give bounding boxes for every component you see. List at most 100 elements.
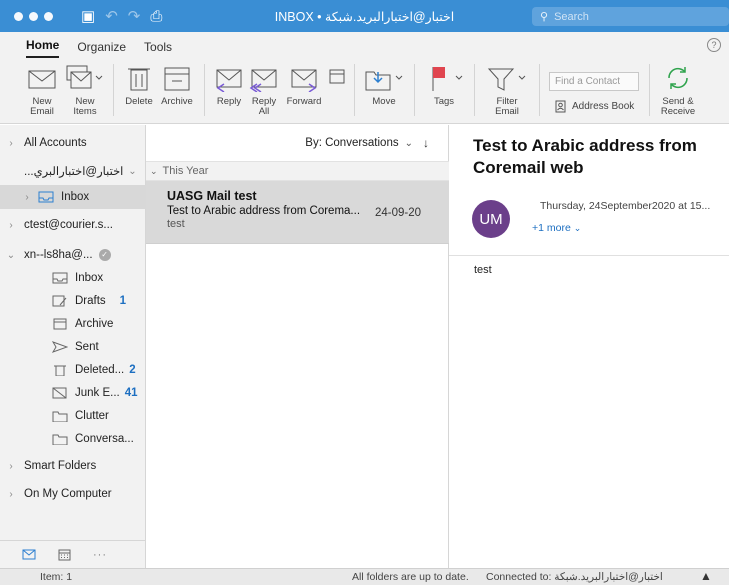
ribbon-tabs: Home Organize Tools ? xyxy=(0,32,729,58)
chevron-down-icon: ⌄ xyxy=(573,223,582,233)
sidebar-item-inbox[interactable]: Inbox xyxy=(0,266,146,290)
search-input[interactable]: ⚲ Search xyxy=(532,7,729,26)
redo-icon[interactable]: ↷ xyxy=(128,9,141,24)
trash-icon xyxy=(54,365,66,376)
connection-status: Connected to: اختبار@اختبارالبريد.شبكة xyxy=(486,571,663,583)
ribbon-divider xyxy=(204,64,205,116)
archive-icon xyxy=(53,318,67,330)
meeting-reply-button[interactable] xyxy=(326,64,348,97)
tab-organize[interactable]: Organize xyxy=(77,40,126,58)
move-button[interactable]: Move xyxy=(362,64,406,107)
sidebar-item-all-accounts[interactable]: › All Accounts xyxy=(0,131,146,155)
chevron-right-icon[interactable]: › xyxy=(4,138,18,149)
send-receive-button[interactable]: Send & Receive xyxy=(656,64,700,118)
sidebar-item-conversation-history[interactable]: Conversa... xyxy=(0,427,146,451)
sidebar-item-archive[interactable]: Archive xyxy=(0,312,146,336)
chevron-right-icon[interactable]: › xyxy=(4,461,18,472)
sort-control[interactable]: By: Conversations ⌄ ↓ xyxy=(146,125,449,161)
sidebar-item-drafts[interactable]: Drafts 1 xyxy=(0,289,146,313)
undo-icon[interactable]: ↶ xyxy=(105,9,118,24)
address-book-button[interactable]: Address Book xyxy=(555,100,634,113)
email-date: Thursday, 24September2020 at 15... xyxy=(540,200,711,212)
folder-icon xyxy=(52,434,68,445)
tab-tools[interactable]: Tools xyxy=(144,40,172,58)
message-row[interactable]: UASG Mail test Test to Arabic address fr… xyxy=(146,181,449,244)
address-book-icon xyxy=(555,100,566,113)
search-placeholder: Search xyxy=(554,10,589,23)
message-list: By: Conversations ⌄ ↓ ⌄ This Year UASG M… xyxy=(146,125,449,568)
sync-status: All folders are up to date. xyxy=(352,571,469,583)
new-email-button[interactable]: New Email xyxy=(26,64,58,118)
junk-count: 41 xyxy=(124,387,138,399)
filter-email-button[interactable]: Filter Email xyxy=(484,64,530,118)
ribbon-divider xyxy=(113,64,114,116)
inbox-icon xyxy=(52,272,68,284)
print-icon[interactable]: ⎙ xyxy=(150,9,162,24)
sender-avatar[interactable]: UM xyxy=(472,200,510,238)
tags-button[interactable]: Tags xyxy=(422,64,466,107)
drafts-count: 1 xyxy=(119,295,127,307)
sidebar-item-account-inbox[interactable]: › Inbox xyxy=(0,185,146,209)
sidebar-item-sent[interactable]: Sent xyxy=(0,335,146,359)
sidebar-item-junk[interactable]: Junk E... 41 xyxy=(0,381,146,405)
title-bar: ▣ ↶ ↷ ⎙ INBOX • اختبار@اختبارالبريد.شبكة… xyxy=(0,0,729,32)
sidebar-item-account-courier[interactable]: › ctest@courier.s... xyxy=(0,213,146,237)
folder-sidebar: › All Accounts اختبار@اختبارالبري... ⌄ ›… xyxy=(0,125,146,568)
reply-button[interactable]: Reply xyxy=(214,64,244,107)
mail-icon[interactable] xyxy=(22,549,36,560)
folder-icon xyxy=(52,411,68,422)
flag-icon xyxy=(432,67,463,91)
tab-home[interactable]: Home xyxy=(26,38,60,58)
chevron-right-icon[interactable]: › xyxy=(4,489,18,500)
sidebar-item-clutter[interactable]: Clutter xyxy=(0,404,146,428)
forward-button[interactable]: Forward xyxy=(284,64,324,107)
search-icon: ⚲ xyxy=(540,11,549,23)
sidebar-item-account-arabic[interactable]: اختبار@اختبارالبري... ⌄ xyxy=(0,159,146,183)
new-items-button[interactable]: New Items xyxy=(64,64,106,118)
ribbon-toolbar: New Email New Items Delete Archive Reply… xyxy=(0,58,729,124)
zoom-window-button[interactable] xyxy=(44,11,53,21)
ribbon-divider xyxy=(649,64,650,116)
reading-pane: Test to Arabic address from Coremail web… xyxy=(449,125,729,568)
junk-icon xyxy=(52,387,67,399)
header-divider xyxy=(449,255,729,256)
delete-button[interactable]: Delete xyxy=(122,64,156,107)
chevron-down-icon[interactable]: ⌄ xyxy=(150,166,158,177)
sidebar-item-account-xn[interactable]: ⌄ xn--ls8ha@... ✓ xyxy=(0,243,146,267)
group-header[interactable]: ⌄ This Year xyxy=(146,161,449,181)
sent-icon xyxy=(52,341,68,353)
move-folder-icon xyxy=(365,71,403,91)
chevron-down-icon[interactable]: ⌄ xyxy=(405,138,413,149)
more-icon[interactable]: ··· xyxy=(93,549,107,561)
chevron-right-icon[interactable]: › xyxy=(4,220,18,231)
chevron-down-icon[interactable]: ⌄ xyxy=(125,166,139,177)
find-contact-input[interactable]: Find a Contact xyxy=(549,72,639,91)
sync-status-icon: ✓ xyxy=(98,249,111,261)
chevron-right-icon[interactable]: › xyxy=(20,192,34,203)
sidebar-item-deleted[interactable]: Deleted... 2 xyxy=(0,358,146,382)
email-body: test xyxy=(474,264,492,276)
item-count: Item: 1 xyxy=(40,571,73,583)
calendar-icon[interactable] xyxy=(58,548,71,561)
help-icon[interactable]: ? xyxy=(707,38,721,52)
filter-icon xyxy=(487,68,526,91)
ribbon-divider xyxy=(539,64,540,116)
warning-icon[interactable]: ▲ xyxy=(700,569,712,583)
more-recipients-link[interactable]: +1 more ⌄ xyxy=(532,222,581,234)
save-icon[interactable]: ▣ xyxy=(81,9,95,24)
reply-all-button[interactable]: Reply All xyxy=(248,64,280,118)
ribbon-divider xyxy=(414,64,415,116)
window-controls xyxy=(14,11,53,21)
reply-all-icon xyxy=(249,69,277,92)
minimize-window-button[interactable] xyxy=(29,11,38,21)
ribbon-divider xyxy=(474,64,475,116)
message-date: 24-09-20 xyxy=(374,207,421,219)
sidebar-item-on-my-computer[interactable]: › On My Computer xyxy=(0,482,146,506)
drafts-icon xyxy=(52,295,67,307)
archive-button[interactable]: Archive xyxy=(158,64,196,107)
sidebar-item-smart-folders[interactable]: › Smart Folders xyxy=(0,454,146,478)
close-window-button[interactable] xyxy=(14,11,23,21)
chevron-down-icon[interactable]: ⌄ xyxy=(4,250,18,261)
sort-direction-icon[interactable]: ↓ xyxy=(423,136,429,150)
sync-icon xyxy=(668,67,688,89)
